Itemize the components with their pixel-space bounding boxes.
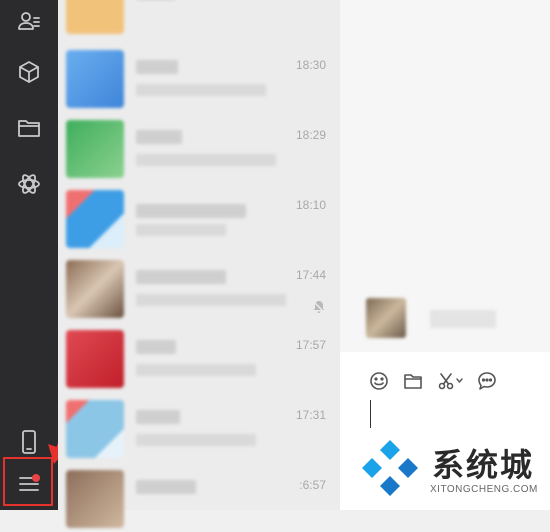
list-item[interactable]: :6:57: [58, 462, 340, 532]
mute-bell-icon: [312, 300, 326, 314]
menu-notification-dot: [32, 474, 40, 482]
text-caret: [370, 400, 371, 428]
scissors-icon[interactable]: [436, 370, 466, 392]
diamond-logo: [362, 440, 418, 496]
list-item[interactable]: 17:44: [58, 252, 340, 322]
avatar: [66, 400, 124, 458]
cube-icon[interactable]: [15, 58, 43, 86]
phone-icon[interactable]: [15, 428, 43, 456]
avatar: [66, 190, 124, 248]
contacts-icon[interactable]: [15, 8, 43, 36]
list-item[interactable]: 17:31: [58, 392, 340, 462]
message-bubble: [430, 310, 496, 328]
folder-icon[interactable]: [402, 370, 424, 392]
list-item[interactable]: 17:57: [58, 322, 340, 392]
avatar: [66, 50, 124, 108]
list-item[interactable]: 18:10: [58, 182, 340, 252]
chat-bubble-icon[interactable]: [476, 370, 498, 392]
avatar: [66, 260, 124, 318]
message-avatar: [366, 298, 406, 338]
avatar: [66, 0, 124, 34]
list-item[interactable]: [58, 0, 340, 38]
folder-icon[interactable]: [15, 114, 43, 142]
avatar: [66, 120, 124, 178]
list-item[interactable]: 18:29: [58, 112, 340, 182]
emoji-icon[interactable]: [368, 370, 390, 392]
chat-time: :6:57: [299, 478, 326, 492]
chat-time: 18:29: [295, 128, 326, 142]
list-item[interactable]: 18:30: [58, 42, 340, 112]
chat-time: 17:31: [295, 408, 326, 422]
avatar: [66, 470, 124, 528]
chat-time: 17:57: [295, 338, 326, 352]
chat-time: 18:30: [295, 58, 326, 72]
chat-list: 18:30 18:29 18:10 17:44 17:57 17:31:6:5…: [58, 0, 340, 528]
chat-time: 17:44: [295, 268, 326, 282]
watermark-url: XITONGCHENG.COM: [430, 484, 538, 495]
avatar: [66, 330, 124, 388]
chat-time: 18:10: [295, 198, 326, 212]
watermark-title: 系统城: [432, 446, 535, 484]
apps-icon[interactable]: [15, 170, 43, 198]
